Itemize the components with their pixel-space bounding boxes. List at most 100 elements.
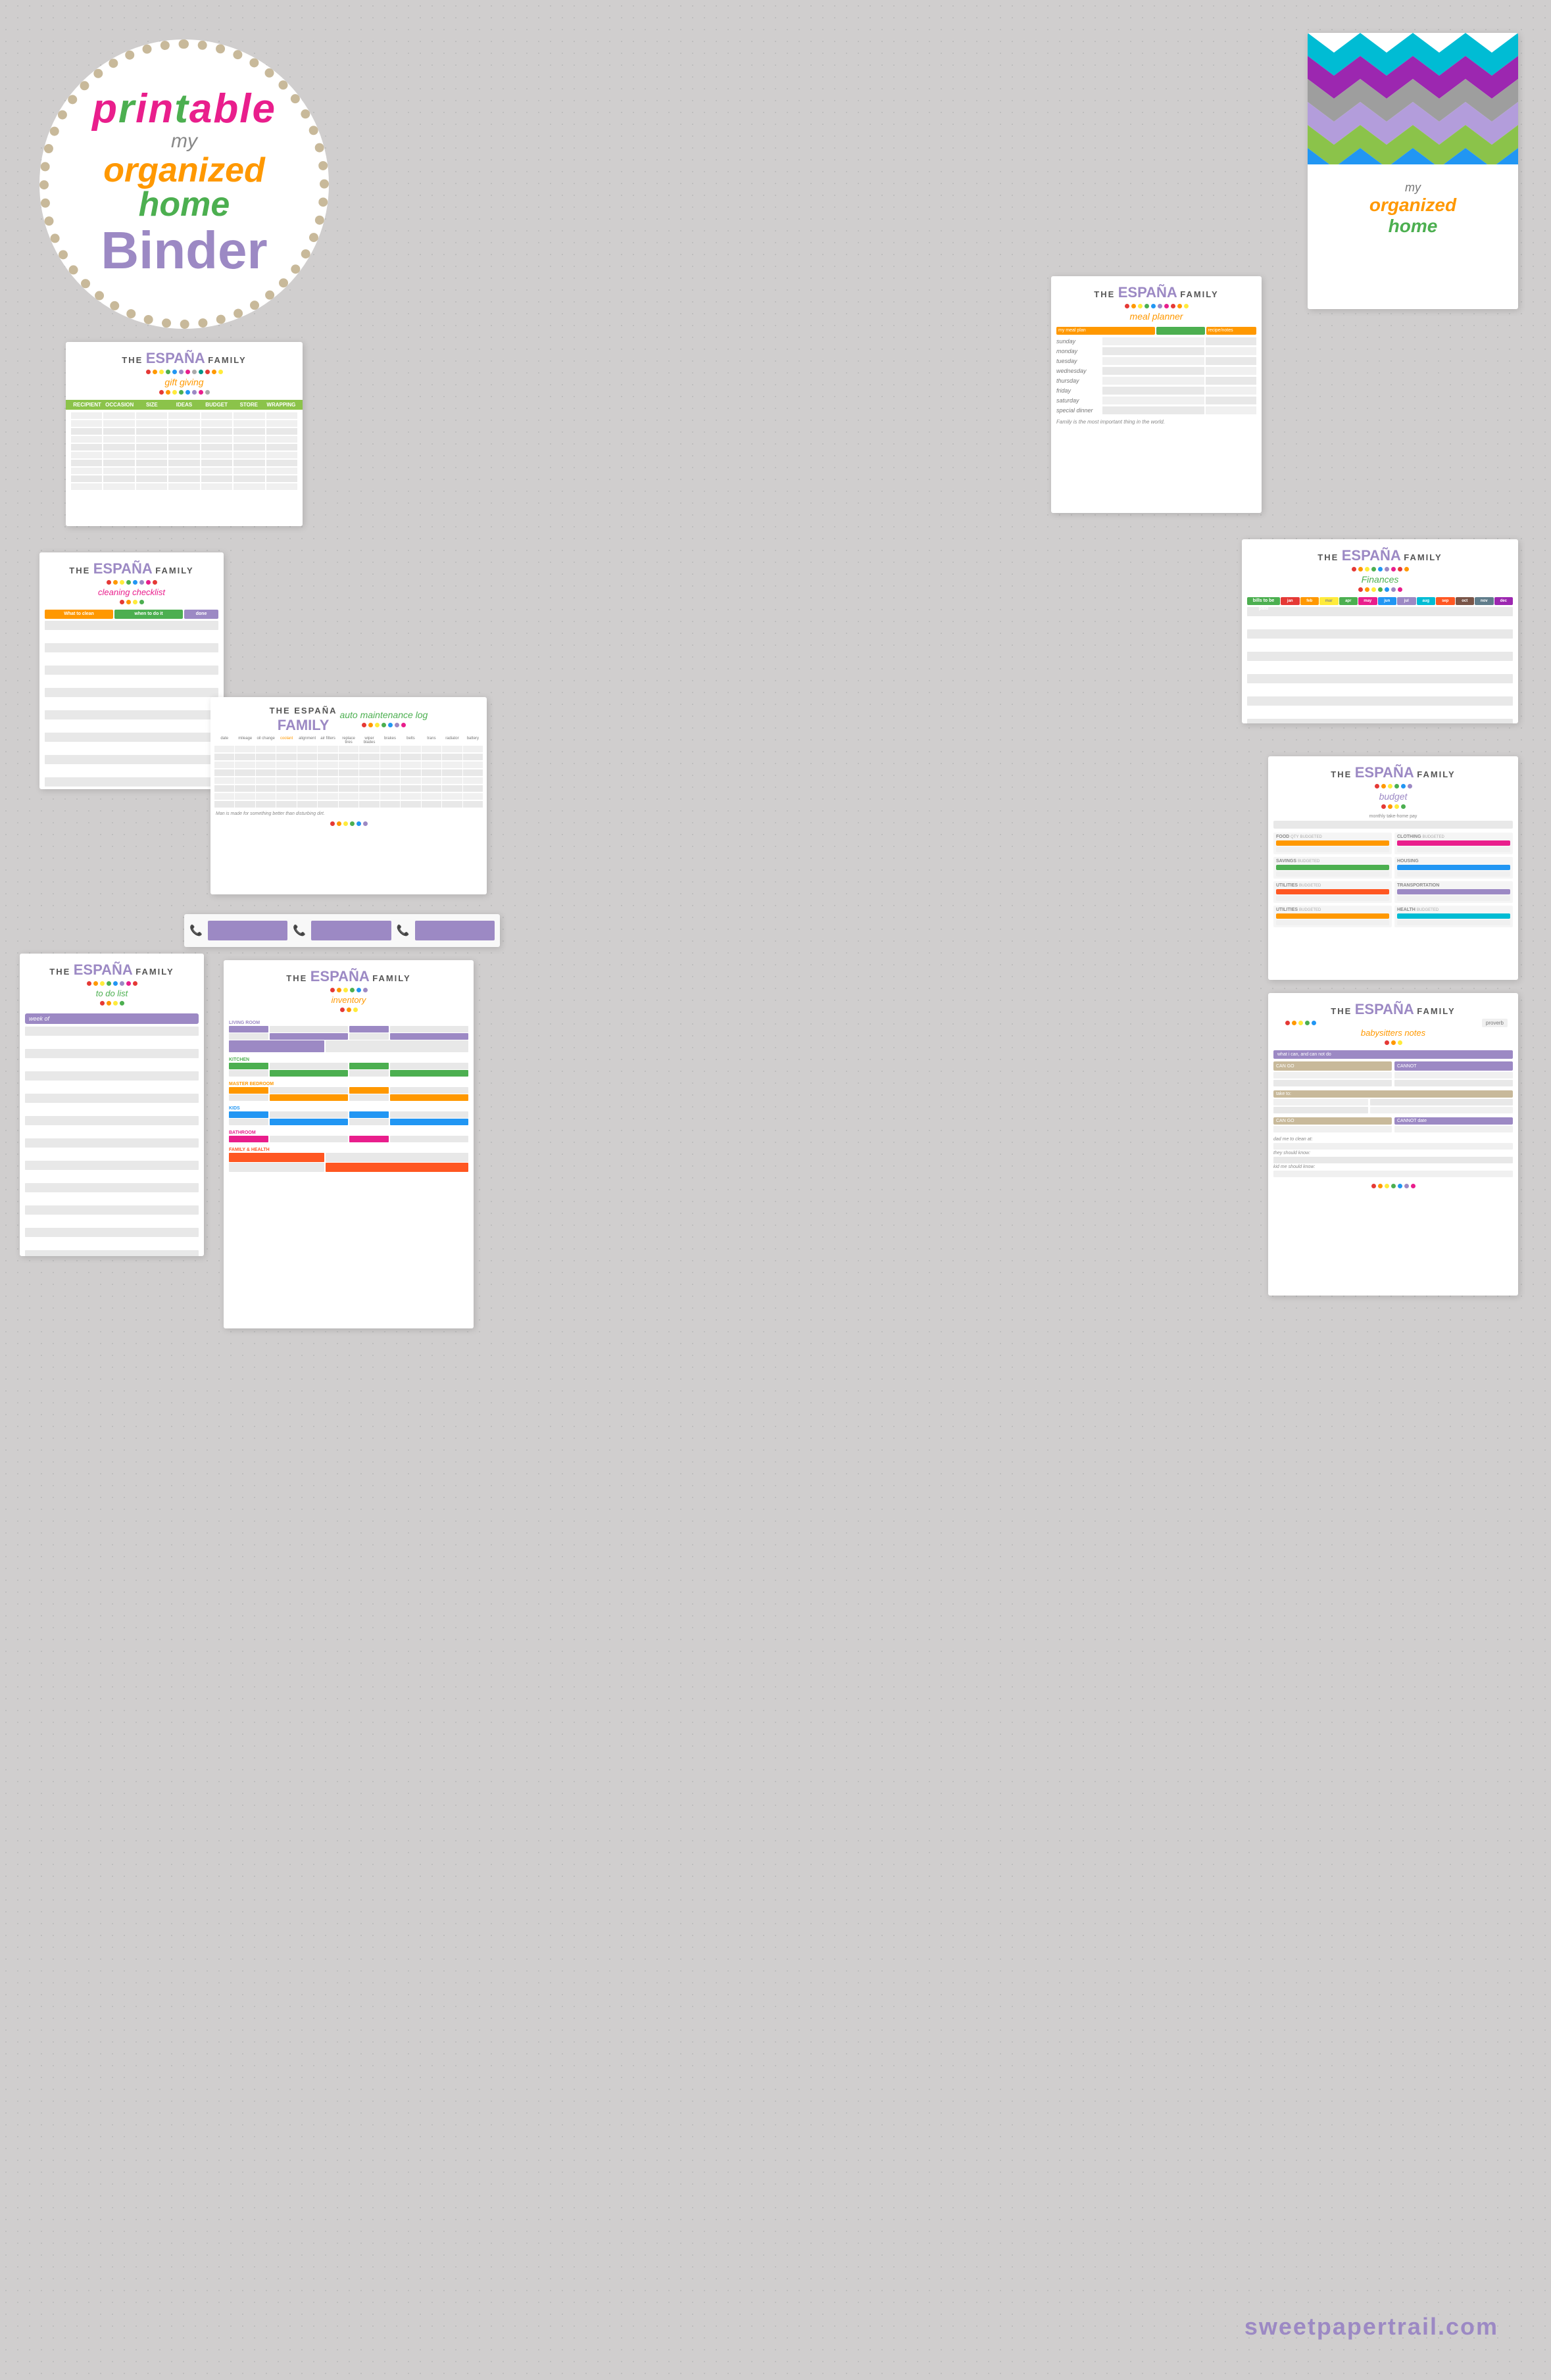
bab-cannot-date-row: CAN GO CANNOT date xyxy=(1268,1116,1518,1134)
cleaning-the: THE xyxy=(69,566,90,575)
budget-housing: HOUSING xyxy=(1394,857,1513,879)
hero-my-label: my xyxy=(171,130,197,153)
todo-espana: ESPAÑA xyxy=(74,961,133,978)
phone-icon1: 📞 xyxy=(189,924,203,937)
fin-month-dec: dec xyxy=(1494,597,1514,605)
inv-espana: ESPAÑA xyxy=(310,968,370,984)
meal-row: saturday xyxy=(1051,397,1262,404)
finances-months: bills to be paid jan feb mar apr may jun… xyxy=(1242,597,1518,605)
todo-week-box: week of xyxy=(25,1013,199,1024)
gift-dots2 xyxy=(71,390,297,395)
phone-box1 xyxy=(208,921,287,940)
meal-family: FAMILY xyxy=(1180,289,1218,299)
cleaning-header: THE ESPAÑA FAMILY cleaning checklist xyxy=(39,552,224,610)
todo-lines xyxy=(20,1027,204,1256)
fin-month-jul: jul xyxy=(1397,597,1416,605)
cleaning-col-when: when to do it xyxy=(114,610,183,619)
gift-col-budget: BUDGET xyxy=(201,402,233,408)
budget-health: HEALTH budgeted xyxy=(1394,906,1513,927)
fin-month-apr: apr xyxy=(1339,597,1358,605)
todo-family: FAMILY xyxy=(135,967,174,977)
auto-row xyxy=(210,754,487,760)
gift-row xyxy=(71,436,297,443)
binder-cover-home: home xyxy=(1321,216,1505,237)
bab-cannot-label: CANNOT xyxy=(1394,1061,1513,1071)
gift-row xyxy=(71,412,297,419)
gift-row xyxy=(71,452,297,458)
fin-month-feb: feb xyxy=(1300,597,1319,605)
finances-the: THE xyxy=(1317,552,1339,562)
bab-can-label: CAN GO xyxy=(1273,1061,1392,1071)
phone-icon3: 📞 xyxy=(397,924,410,937)
budget-header: THE ESPAÑA FAMILY budget xyxy=(1268,756,1518,814)
inv-bathroom: bathroom xyxy=(224,1127,474,1144)
inv-kids: kids xyxy=(224,1103,474,1127)
watermark: sweetpapertrail.com xyxy=(1244,2313,1498,2341)
gift-rows xyxy=(66,410,303,493)
auto-row xyxy=(210,785,487,792)
fin-month-may: may xyxy=(1358,597,1377,605)
finances-header: THE ESPAÑA FAMILY Finances xyxy=(1242,539,1518,597)
gift-col-store: STORE xyxy=(233,402,265,408)
finances-espana: ESPAÑA xyxy=(1342,547,1401,564)
budget-food: FOOD qty budgeted xyxy=(1273,833,1392,854)
gift-family: FAMILY xyxy=(208,355,246,365)
watermark-text2: .com xyxy=(1438,2313,1498,2340)
auto-dots xyxy=(339,723,428,727)
meal-row: monday xyxy=(1051,347,1262,355)
bab-dots2 xyxy=(1273,1040,1513,1045)
chevron-pattern-svg xyxy=(1308,33,1518,164)
gift-giving-sheet: THE ESPAÑA FAMILY gift giving RECIPIENT … xyxy=(66,342,303,526)
auto-row xyxy=(210,793,487,800)
budget-savings: SAVINGS budgeted xyxy=(1273,857,1392,879)
bab-dots xyxy=(1279,1021,1323,1025)
todo-dots2 xyxy=(25,1001,199,1006)
hero-printable-label: printable xyxy=(92,89,276,130)
bab-the: THE xyxy=(1331,1006,1352,1016)
meal-row: friday xyxy=(1051,387,1262,395)
budget-takehome-bar xyxy=(1273,821,1513,829)
auto-the: THE ESPAÑA xyxy=(270,706,337,716)
auto-maintenance-sheet: THE ESPAÑA FAMILY auto maintenance log d… xyxy=(210,697,487,894)
meal-sheet-header: THE ESPAÑA FAMILY meal planner xyxy=(1051,276,1262,327)
meal-row: wednesday xyxy=(1051,367,1262,375)
inv-dots xyxy=(229,988,468,992)
auto-row xyxy=(210,777,487,784)
watermark-text1: sweetpapertrail xyxy=(1244,2313,1438,2340)
fin-month-jan: jan xyxy=(1281,597,1300,605)
bab-dots3 xyxy=(1268,1184,1518,1188)
inv-dots2 xyxy=(229,1008,468,1012)
meal-quote: Family is the most important thing in th… xyxy=(1051,416,1262,427)
bab-misc-section: dad me to clean at: they should know: ki… xyxy=(1268,1136,1518,1180)
auto-col-headers: date mileage oil change coolant alignmen… xyxy=(210,737,487,744)
bab-proverb-label: proverb xyxy=(1482,1019,1508,1027)
gift-row xyxy=(71,483,297,490)
inv-family-health: family & health xyxy=(224,1144,474,1174)
gift-dots xyxy=(71,370,297,374)
hero-organized-label: organized xyxy=(103,153,265,187)
bab-cannot-section: CANNOT xyxy=(1394,1061,1513,1086)
meal-row: thursday xyxy=(1051,377,1262,385)
gift-sheet-header: THE ESPAÑA FAMILY gift giving xyxy=(66,342,303,400)
binder-cover-sheet: my organized home xyxy=(1308,33,1518,309)
inv-master-bedroom: master bedroom xyxy=(224,1079,474,1103)
todo-sheet: THE ESPAÑA FAMILY to do list week of Nev… xyxy=(20,954,204,1256)
cleaning-col-what: What to clean xyxy=(45,610,113,619)
binder-cover-organized: organized xyxy=(1321,195,1505,216)
finances-bills-label: bills to be paid xyxy=(1247,597,1280,605)
budget-espana: ESPAÑA xyxy=(1355,764,1414,781)
fin-month-jun: jun xyxy=(1378,597,1397,605)
auto-header: THE ESPAÑA FAMILY auto maintenance log xyxy=(210,697,487,737)
finances-dots2 xyxy=(1247,587,1513,592)
inv-family: FAMILY xyxy=(372,973,410,983)
finances-family: FAMILY xyxy=(1404,552,1442,562)
meal-header-bar: my meal plan recipe/notes xyxy=(1051,327,1262,335)
phone-box3 xyxy=(415,921,495,940)
babysitter-sheet: THE ESPAÑA FAMILY proverb babysitters no… xyxy=(1268,993,1518,1296)
todo-the: THE xyxy=(49,967,70,977)
budget-dots2 xyxy=(1273,804,1513,809)
binder-cover-text: my organized home xyxy=(1308,168,1518,250)
bab-cannot-col: CANNOT date xyxy=(1394,1117,1513,1132)
meal-col-plan: my meal plan xyxy=(1056,327,1155,335)
budget-sheet: THE ESPAÑA FAMILY budget monthly take-ho… xyxy=(1268,756,1518,980)
